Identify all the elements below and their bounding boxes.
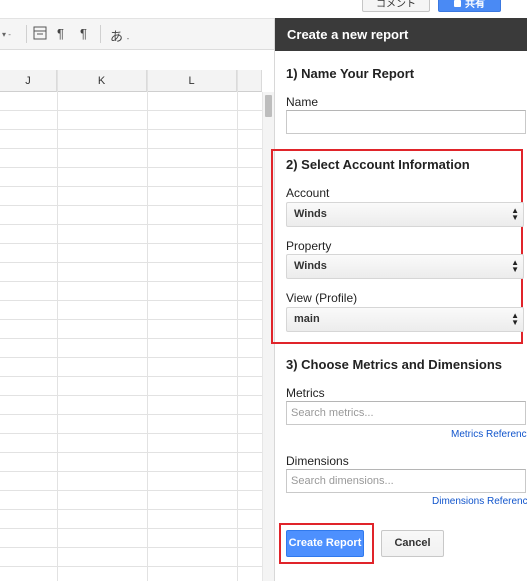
grid-row-line [0,509,262,510]
rtl-icon[interactable]: ¶ [80,26,87,41]
grid-row-line [0,281,262,282]
grid-row-line [0,566,262,567]
section-name-title: 1) Name Your Report [286,66,415,81]
grid-row-line [0,376,262,377]
grid-row-line [0,528,262,529]
grid-column-line [147,70,148,581]
grid-row-line [0,148,262,149]
metrics-reference-link[interactable]: Metrics Reference [451,429,527,440]
grid-row-line [0,300,262,301]
grid-row-line [0,110,262,111]
metrics-search-input[interactable] [286,401,526,425]
view-select[interactable]: main ▲ ▼ [286,307,524,332]
lock-icon [454,0,461,7]
grid-row-line [0,490,262,491]
grid-row-line [0,186,262,187]
column-header-k[interactable]: K [57,70,147,92]
section-metrics-title: 3) Choose Metrics and Dimensions [286,357,502,372]
grid-row-line [0,414,262,415]
spreadsheet-grid[interactable] [0,92,262,581]
share-button[interactable]: 共有 [438,0,501,12]
caret-down-icon[interactable]: ▾ - [2,30,11,39]
grid-row-line [0,319,262,320]
select-arrows-icon: ▲ ▼ [511,206,519,222]
grid-row-line [0,338,262,339]
dimensions-label: Dimensions [286,454,349,468]
wrap-icon[interactable] [33,26,47,43]
grid-row-line [0,395,262,396]
column-header-l[interactable]: L [147,70,237,92]
grid-row-line [0,129,262,130]
create-report-button[interactable]: Create Report [286,530,364,557]
select-arrows-icon: ▲ ▼ [511,311,519,327]
scrollbar-thumb[interactable] [265,95,272,117]
grid-row-line [0,357,262,358]
property-label: Property [286,239,332,253]
section-account-title: 2) Select Account Information [286,157,470,172]
grid-row-line [0,243,262,244]
column-header-j[interactable]: J [0,70,57,92]
grid-row-line [0,433,262,434]
truncated-help-text [286,575,516,581]
sidebar-title: Create a new report [275,18,527,51]
grid-row-line [0,452,262,453]
column-header-m[interactable] [237,70,262,92]
select-arrows-icon: ▲ ▼ [511,258,519,274]
grid-row-line [0,224,262,225]
top-bar: コメント 共有 [0,0,527,18]
toolbar-divider [26,25,27,43]
ltr-icon[interactable]: ¶ [57,26,64,41]
input-tools-button[interactable]: あ - [110,26,129,45]
metrics-label: Metrics [286,386,325,400]
grid-row-line [0,205,262,206]
grid-row-line [0,471,262,472]
property-select[interactable]: Winds ▲ ▼ [286,254,524,279]
dimensions-search-input[interactable] [286,469,526,493]
cancel-button[interactable]: Cancel [381,530,444,557]
toolbar-divider [100,25,101,43]
account-label: Account [286,186,330,200]
comments-button[interactable]: コメント [362,0,430,12]
report-name-input[interactable] [286,110,526,134]
dimensions-reference-link[interactable]: Dimensions Reference [432,496,527,507]
report-sidebar: Create a new report 1) Name Your Report … [271,18,527,581]
grid-row-line [0,547,262,548]
grid-row-line [0,262,262,263]
grid-column-line [237,70,238,581]
view-label: View (Profile) [286,291,358,305]
name-label: Name [286,95,319,109]
grid-row-line [0,167,262,168]
grid-column-line [57,70,58,581]
account-select[interactable]: Winds ▲ ▼ [286,202,524,227]
toolbar: ▾ - ¶ ¶ あ - [0,18,275,50]
caret-down-icon: - [126,34,130,43]
